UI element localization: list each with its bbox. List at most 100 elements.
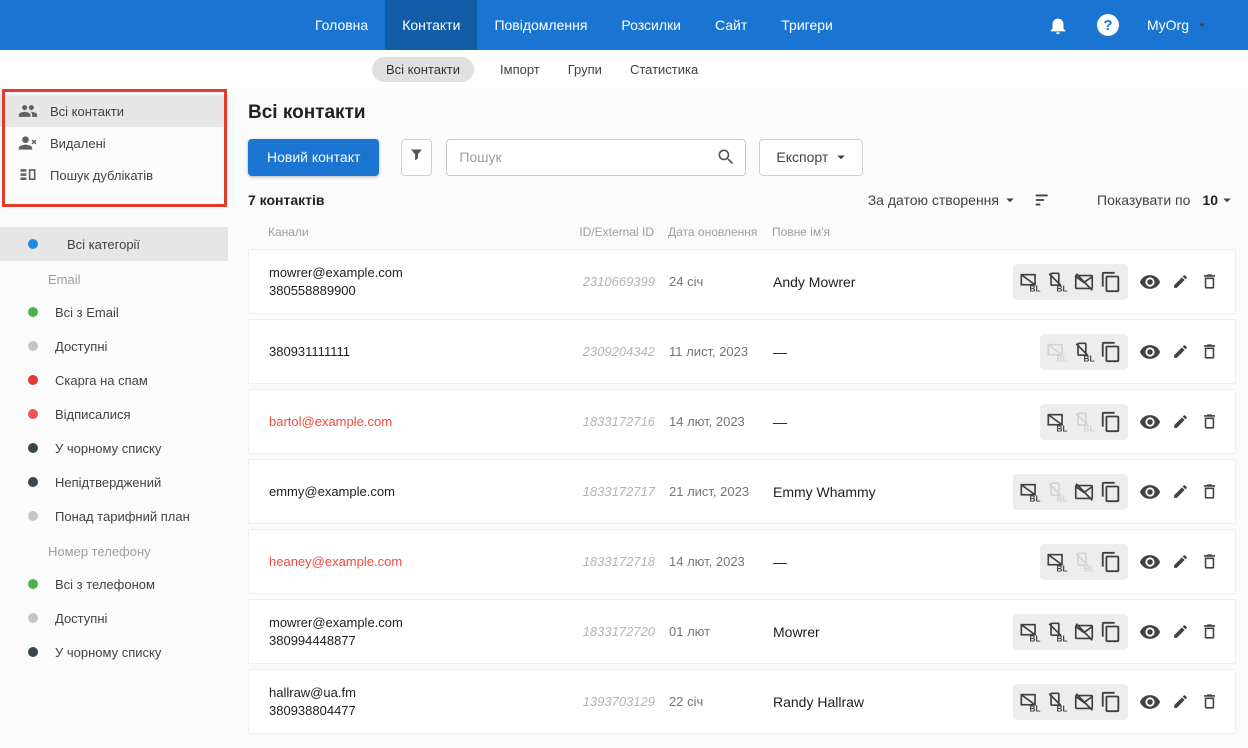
view-icon[interactable] [1139, 481, 1161, 503]
delete-icon[interactable] [1200, 552, 1219, 571]
svg-text:BL: BL [1084, 424, 1095, 432]
sidebar-item[interactable]: Видалені [0, 127, 228, 159]
blacklist-email-icon[interactable]: BL [1018, 270, 1042, 294]
blacklist-email-icon[interactable]: BL [1045, 550, 1069, 574]
subnav-item[interactable]: Групи [566, 57, 604, 82]
new-contact-button[interactable]: Новий контакт [248, 138, 380, 176]
view-icon[interactable] [1139, 411, 1161, 433]
blacklist-phone-icon[interactable]: BL [1045, 620, 1069, 644]
blacklist-email-icon[interactable]: BL [1018, 690, 1042, 714]
org-menu[interactable]: MyOrg [1147, 17, 1210, 33]
nav-item[interactable]: Сайт [698, 0, 764, 50]
per-page-value: 10 [1202, 192, 1218, 208]
copy-icon[interactable] [1099, 340, 1123, 364]
search-input[interactable] [446, 138, 747, 176]
nav-item[interactable]: Розсилки [604, 0, 698, 50]
unsubscribe-email-icon[interactable] [1072, 270, 1096, 294]
unsubscribe-email-icon[interactable] [1072, 480, 1096, 504]
sidebar-item-label: Видалені [50, 135, 106, 151]
blacklist-email-icon[interactable]: BL [1018, 480, 1042, 504]
copy-icon[interactable] [1099, 690, 1123, 714]
nav-item[interactable]: Головна [298, 0, 385, 50]
sidebar-categories: Всі категорії Email Всі з Email Доступні… [0, 227, 236, 669]
view-icon[interactable] [1139, 271, 1161, 293]
chevron-down-icon [1001, 191, 1019, 209]
table-row: bartol@example.com 1833172716 14 лют, 20… [248, 389, 1236, 454]
blacklist-phone-icon[interactable]: BL [1045, 690, 1069, 714]
help-icon[interactable]: ? [1097, 14, 1119, 36]
view-icon[interactable] [1139, 691, 1161, 713]
delete-icon[interactable] [1200, 622, 1219, 641]
sidebar-category[interactable]: Доступні [0, 601, 228, 635]
copy-icon[interactable] [1099, 550, 1123, 574]
edit-icon[interactable] [1172, 553, 1189, 570]
unsubscribe-email-icon[interactable] [1072, 690, 1096, 714]
nav-item[interactable]: Контакти [385, 0, 478, 50]
subnav-item[interactable]: Статистика [628, 57, 700, 82]
nav-item[interactable]: Повідомлення [477, 0, 604, 50]
nav-item[interactable]: Тригери [764, 0, 850, 50]
sidebar-category[interactable]: Всі з Email [0, 295, 228, 329]
delete-icon[interactable] [1200, 342, 1219, 361]
sidebar-category[interactable]: Непідтверджений [0, 465, 228, 499]
sidebar-item-label: Всі контакти [50, 103, 125, 119]
table-row: heaney@example.com 1833172718 14 лют, 20… [248, 529, 1236, 594]
copy-icon[interactable] [1099, 410, 1123, 434]
sort-by-dropdown[interactable]: За датою створення [868, 191, 1019, 209]
search-icon[interactable] [716, 147, 736, 167]
edit-icon[interactable] [1172, 343, 1189, 360]
sidebar-category[interactable]: У чорному списку [0, 635, 228, 669]
svg-text:BL: BL [1084, 354, 1095, 362]
sort-order-icon[interactable] [1033, 189, 1055, 211]
view-icon[interactable] [1139, 551, 1161, 573]
subnav-item[interactable]: Всі контакти [372, 56, 475, 82]
sidebar-item[interactable]: Пошук дублікатів [0, 159, 228, 191]
filter-button[interactable] [401, 138, 433, 176]
sidebar-category[interactable]: Скарга на спам [0, 363, 228, 397]
sidebar-item[interactable]: Всі контакти [0, 95, 228, 127]
blacklist-phone-icon[interactable]: BL [1072, 340, 1096, 364]
contact-id: 1393703129 [582, 694, 655, 709]
sidebar-category[interactable]: У чорному списку [0, 431, 228, 465]
bell-icon[interactable] [1047, 14, 1069, 36]
export-label: Експорт [776, 149, 829, 165]
blacklist-email-icon[interactable]: BL [1018, 620, 1042, 644]
contact-channels: 380931111111 [269, 343, 350, 359]
sidebar-top-group: Всі контакти Видалені Пошук дублікатів [0, 95, 236, 191]
unsubscribe-email-icon[interactable] [1072, 620, 1096, 644]
view-icon[interactable] [1139, 341, 1161, 363]
controls-row: Новий контакт Експорт [248, 138, 1248, 176]
contact-channels: mowrer@example.com 380558889900 [269, 264, 403, 298]
copy-icon[interactable] [1099, 620, 1123, 644]
category-dot [28, 409, 38, 419]
copy-icon[interactable] [1099, 480, 1123, 504]
copy-icon[interactable] [1099, 270, 1123, 294]
sidebar-category-all[interactable]: Всі категорії [0, 227, 228, 261]
col-header-updated: Дата оновлення [668, 225, 758, 239]
delete-icon[interactable] [1200, 692, 1219, 711]
sidebar-category[interactable]: Понад тарифний план [0, 499, 228, 533]
duplicates-icon [18, 165, 38, 185]
edit-icon[interactable] [1172, 413, 1189, 430]
subnav-item[interactable]: Імпорт [498, 57, 542, 82]
delete-icon[interactable] [1200, 482, 1219, 501]
sidebar-category[interactable]: Доступні [0, 329, 228, 363]
main-nav: Головна Контакти Повідомлення Розсилки Сайт Т… [298, 0, 850, 50]
blacklist-email-icon[interactable]: BL [1045, 410, 1069, 434]
sidebar-category[interactable]: Всі з телефоном [0, 567, 228, 601]
contact-channels: bartol@example.com [269, 413, 393, 429]
sidebar-category[interactable]: Відписалися [0, 397, 228, 431]
table-header: Канали ID/External ID Дата оновлення Пов… [248, 223, 1248, 241]
view-icon[interactable] [1139, 621, 1161, 643]
edit-icon[interactable] [1172, 623, 1189, 640]
edit-icon[interactable] [1172, 483, 1189, 500]
edit-icon[interactable] [1172, 273, 1189, 290]
blacklist-phone-icon[interactable]: BL [1045, 270, 1069, 294]
delete-icon[interactable] [1200, 412, 1219, 431]
export-button[interactable]: Експорт [759, 138, 864, 176]
category-dot [28, 375, 38, 385]
delete-icon[interactable] [1200, 272, 1219, 291]
edit-icon[interactable] [1172, 693, 1189, 710]
svg-text:BL: BL [1030, 704, 1041, 712]
per-page-dropdown[interactable]: 10 [1202, 191, 1236, 209]
